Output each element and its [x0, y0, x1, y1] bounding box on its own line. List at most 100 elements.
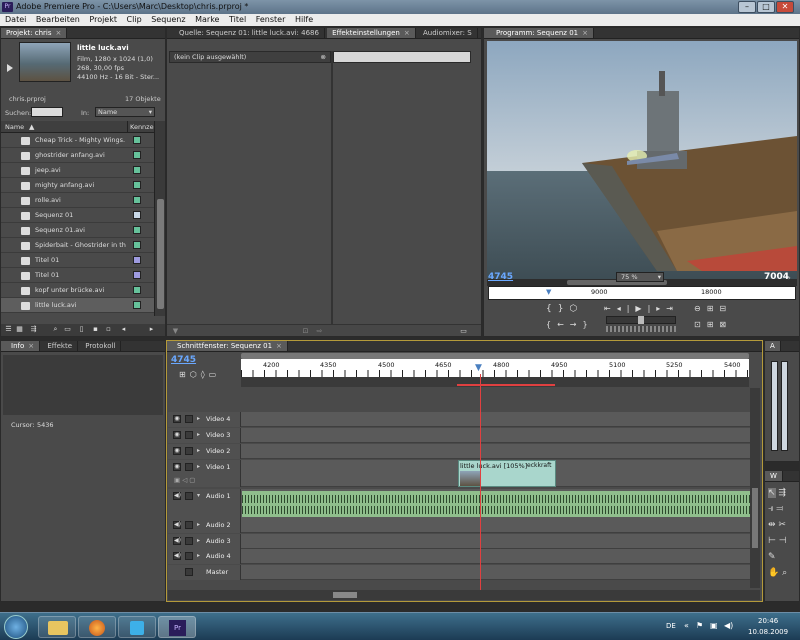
label-color-swatch[interactable] [133, 256, 141, 264]
export-frame-icon[interactable]: ⊡ [694, 320, 707, 329]
lock-icon[interactable] [185, 431, 193, 439]
icon-view-icon[interactable]: ▦ [15, 325, 24, 334]
find-icon[interactable]: ⌕ [51, 325, 60, 334]
menu-bearbeiten[interactable]: Bearbeiten [36, 15, 80, 24]
vista-app-icon[interactable] [118, 616, 156, 638]
menu-fenster[interactable]: Fenster [256, 15, 286, 24]
rolling-edit-icon[interactable]: ⫤ [776, 504, 783, 514]
bin-icon[interactable]: ▭ [63, 325, 72, 334]
clock-date[interactable]: 10.08.2009 [748, 628, 788, 636]
eye-icon[interactable]: ◉ [173, 447, 181, 455]
list-item[interactable]: Spiderbait - Ghostrider in th [1, 238, 154, 253]
tab-source[interactable]: Quelle: Sequenz 01: little luck.avi: 468… [167, 28, 325, 38]
start-orb-icon[interactable] [4, 615, 28, 639]
list-item[interactable]: Sequenz 01.avi [1, 223, 154, 238]
ripple-edit-icon[interactable]: ⫣ [768, 504, 773, 514]
list-item[interactable]: Titel 01 [1, 253, 154, 268]
track-view-icons[interactable]: ▣ ◁ ▢ [174, 476, 195, 484]
jog-wheel[interactable] [606, 326, 676, 332]
tab-project[interactable]: Projekt: chris × [1, 28, 68, 38]
shuttle-thumb[interactable] [638, 316, 644, 324]
lock-icon[interactable] [185, 537, 193, 545]
set-marker-icon[interactable]: ⬡ [569, 304, 583, 314]
menu-datei[interactable]: Datei [5, 15, 26, 24]
list-item[interactable]: Sequenz 01 [1, 208, 154, 223]
marker-icon[interactable]: ⬡ [190, 370, 201, 379]
trim-icon[interactable]: ⊖ [694, 304, 707, 313]
export-icon[interactable]: ⇨ [315, 327, 324, 336]
settings-arrow-icon[interactable]: › [788, 274, 791, 282]
timeline-hscroll-thumb[interactable] [333, 592, 357, 598]
tab-close-icon[interactable]: × [28, 342, 34, 350]
volume-icon[interactable]: ◀) [724, 621, 733, 630]
goto-prev-marker-icon[interactable]: {← [546, 320, 570, 329]
play-preview-icon[interactable] [7, 42, 16, 72]
slide-icon[interactable]: ⊣ [779, 536, 787, 546]
lock-icon[interactable] [185, 447, 193, 455]
speaker-icon[interactable]: ◀) [173, 492, 181, 500]
list-item[interactable]: kopf unter brücke.avi [1, 283, 154, 298]
audio-clip[interactable] [242, 491, 751, 517]
snap-icon[interactable]: ⊞ [179, 370, 190, 379]
hand-icon[interactable]: ✋ [768, 568, 779, 578]
explorer-icon[interactable] [38, 616, 76, 638]
step-forward-icon[interactable]: |▸ [648, 304, 667, 313]
program-video-frame[interactable] [487, 41, 797, 286]
play-icon[interactable]: ▶ [635, 304, 647, 313]
col-label-header[interactable]: Kennzei [127, 121, 155, 133]
lock-icon[interactable] [185, 415, 193, 423]
shuttle-slider[interactable] [606, 316, 676, 324]
eye-icon[interactable]: ◉ [173, 431, 181, 439]
tab-audio-mixer[interactable]: Audiomixer: S [418, 28, 478, 38]
tab-close-icon[interactable]: × [276, 342, 282, 350]
list-item[interactable]: jeep.avi [1, 163, 154, 178]
network-icon[interactable]: ▣ [710, 621, 718, 630]
expand-triangle-icon[interactable]: ▸ [197, 431, 200, 438]
flag-icon[interactable]: ⚑ [696, 621, 703, 630]
label-color-swatch[interactable] [133, 271, 141, 279]
program-time-ruler[interactable]: 9000 18000 ▼ [488, 286, 796, 300]
speaker-icon[interactable]: ◀) [173, 552, 181, 560]
label-color-swatch[interactable] [133, 136, 141, 144]
mark-in-icon[interactable]: { [546, 304, 558, 314]
scroll-left-icon[interactable]: ◂ [119, 325, 128, 334]
timeline-playhead-icon[interactable]: ▼ [475, 363, 482, 373]
lock-icon[interactable] [185, 463, 193, 471]
expand-triangle-icon[interactable]: ▸ [197, 521, 200, 528]
label-color-swatch[interactable] [133, 181, 141, 189]
razor-icon[interactable]: ✂ [778, 520, 786, 530]
timeline-hscroll[interactable] [168, 590, 760, 600]
program-current-timecode[interactable]: 4745 [488, 272, 513, 282]
output-icon[interactable]: ⊠ [719, 320, 732, 329]
selection-tool-icon[interactable]: ↖ [768, 488, 776, 498]
minimize-button[interactable]: – [738, 1, 756, 13]
expand-triangle-icon[interactable]: ▸ [197, 552, 200, 559]
eye-icon[interactable]: ◉ [173, 415, 181, 423]
tab-audio-meter[interactable]: A [765, 341, 781, 351]
list-item[interactable]: Titel 01 [1, 268, 154, 283]
label-color-swatch[interactable] [133, 211, 141, 219]
maximize-button[interactable]: □ [757, 1, 775, 13]
safe-margins-icon[interactable]: ⊞ [707, 320, 720, 329]
menu-projekt[interactable]: Projekt [89, 15, 117, 24]
in-select[interactable]: Name ▾ [95, 107, 155, 117]
extract-icon[interactable]: ⊟ [719, 304, 732, 313]
tab-effects[interactable]: Effekte [42, 341, 79, 351]
clock-time[interactable]: 20:46 [758, 617, 778, 625]
sequence-marker-icon[interactable]: ▭ [209, 370, 221, 379]
speaker-icon[interactable]: ◀) [173, 521, 181, 529]
expand-triangle-icon[interactable]: ▸ [197, 415, 200, 422]
track-select-icon[interactable]: ⇶ [778, 488, 786, 498]
new-item-icon[interactable]: ▯ [77, 325, 86, 334]
project-scrollbar[interactable] [154, 121, 165, 316]
goto-out-icon[interactable]: ⇥ [666, 304, 679, 313]
menu-titel[interactable]: Titel [229, 15, 246, 24]
pen-icon[interactable]: ✎ [768, 552, 776, 562]
tab-info[interactable]: Info × [1, 341, 41, 351]
goto-in-icon[interactable]: ⇤ [604, 304, 617, 313]
effect-splitter[interactable] [331, 51, 333, 327]
delete-icon[interactable]: ▪ [91, 325, 100, 334]
list-item[interactable]: little luck.avi [1, 298, 154, 313]
menu-marke[interactable]: Marke [195, 15, 219, 24]
lock-icon[interactable] [185, 568, 193, 576]
